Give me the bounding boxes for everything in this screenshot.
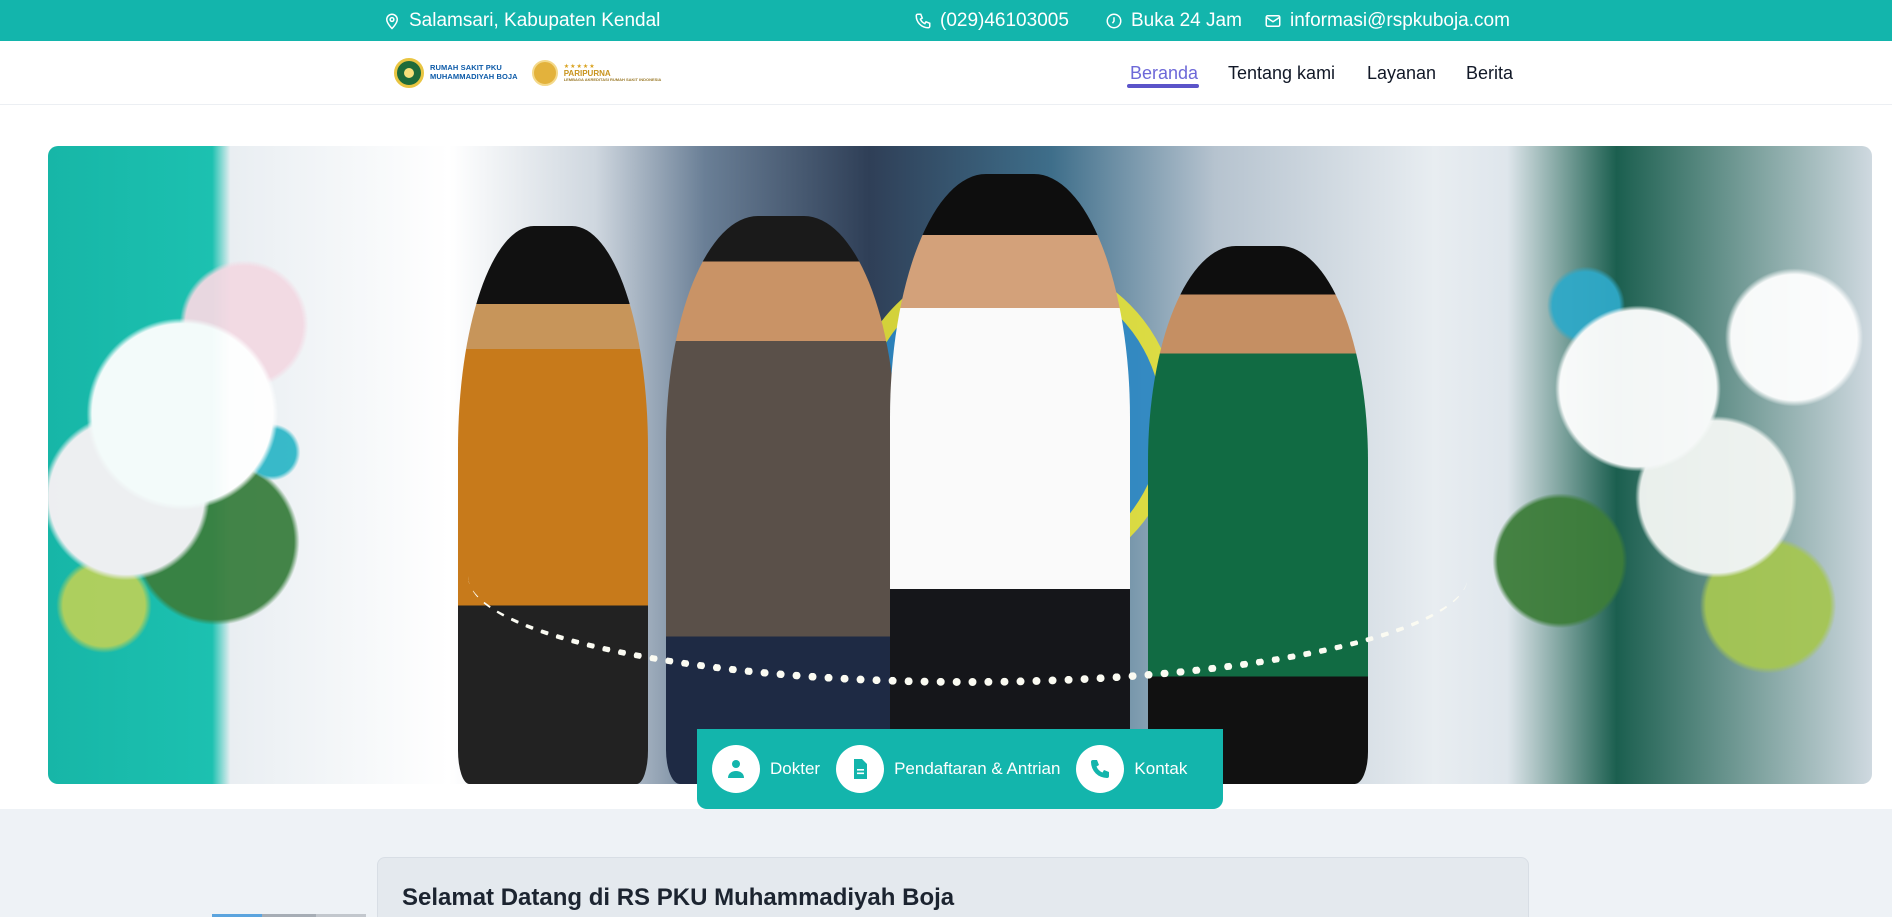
document-icon — [854, 759, 868, 779]
doctor-icon — [728, 760, 744, 778]
clock-icon — [1106, 13, 1122, 28]
nav-item-beranda[interactable]: Beranda — [1130, 63, 1198, 84]
badge-sub: LEMBAGA AKREDITASI RUMAH SAKIT INDONESIA — [563, 77, 662, 83]
quick-action-label: Pendaftaran & Antrian — [894, 759, 1061, 778]
accreditation-badge-icon — [531, 60, 558, 86]
nav-item-layanan[interactable]: Layanan — [1367, 63, 1436, 84]
hero-banner-image — [48, 146, 1872, 784]
logo-line2: MUHAMMADIYAH BOJA — [430, 72, 518, 81]
flower-arrangement-right — [1352, 146, 1872, 784]
quick-action-label: Dokter — [770, 759, 821, 778]
phone-text: (029)46103005 — [940, 9, 1069, 31]
welcome-card: Selamat Datang di RS PKU Muhammadiyah Bo… — [377, 857, 1529, 917]
location-info: Salamsari, Kabupaten Kendal — [383, 0, 660, 41]
jasmine-garland — [468, 466, 1468, 686]
flower-arrangement-left — [48, 146, 608, 784]
active-nav-indicator — [1127, 84, 1199, 88]
site-logo[interactable]: RUMAH SAKIT PKU MUHAMMADIYAH BOJA ★★★★★ … — [394, 56, 661, 90]
mail-icon — [1265, 14, 1281, 27]
welcome-title: Selamat Datang di RS PKU Muhammadiyah Bo… — [402, 884, 955, 911]
map-pin-icon — [385, 13, 399, 30]
quick-action-kontak[interactable]: Kontak — [1076, 745, 1187, 793]
location-text: Salamsari, Kabupaten Kendal — [409, 9, 661, 31]
hours-text: Buka 24 Jam — [1131, 9, 1242, 31]
email-text: informasi@rspkuboja.com — [1290, 9, 1510, 31]
nav-item-berita[interactable]: Berita — [1466, 63, 1513, 84]
hours-info: Buka 24 Jam — [1105, 0, 1242, 41]
phone-icon — [1091, 760, 1110, 778]
top-info-bar: Salamsari, Kabupaten Kendal (029)4610300… — [0, 0, 1892, 41]
quick-actions-bar: Dokter Pendaftaran & Antrian Kontak — [697, 729, 1223, 809]
email-info[interactable]: informasi@rspkuboja.com — [1264, 0, 1510, 41]
phone-icon — [915, 13, 931, 29]
muhammadiyah-logo-icon — [394, 58, 424, 88]
quick-action-label: Kontak — [1134, 759, 1188, 778]
main-navbar: RUMAH SAKIT PKU MUHAMMADIYAH BOJA ★★★★★ … — [0, 41, 1892, 105]
nav-item-tentang-kami[interactable]: Tentang kami — [1228, 63, 1335, 84]
phone-info[interactable]: (029)46103005 — [914, 0, 1069, 41]
quick-action-pendaftaran[interactable]: Pendaftaran & Antrian — [836, 745, 1060, 793]
quick-action-dokter[interactable]: Dokter — [712, 745, 820, 793]
